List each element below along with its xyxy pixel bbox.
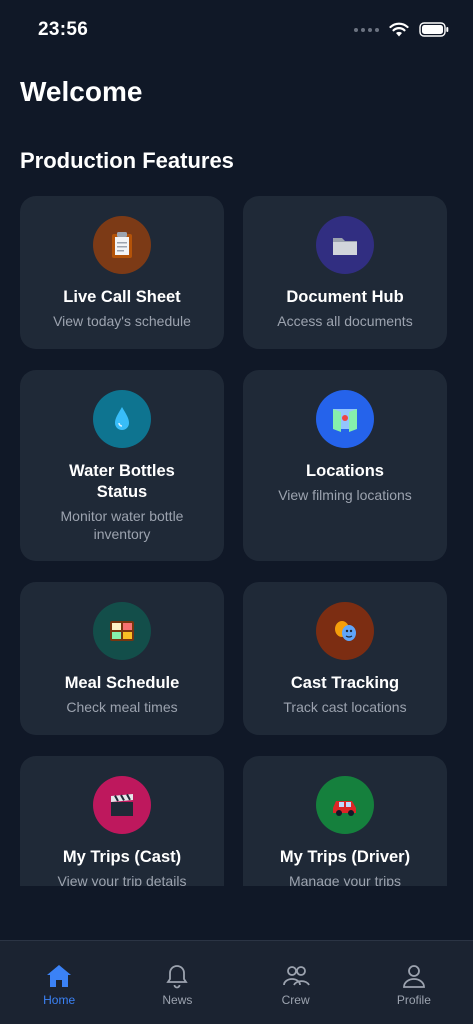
people-icon — [282, 966, 310, 986]
feature-title: Water Bottles Status — [69, 462, 175, 501]
bell-icon — [166, 965, 189, 989]
theater-masks-icon — [316, 602, 374, 660]
tab-label: Home — [43, 993, 76, 1007]
feature-title: My Trips (Cast) — [62, 848, 182, 866]
tab-label: Crew — [281, 993, 310, 1007]
feature-desc: Access all documents — [277, 313, 413, 329]
tab-label: Profile — [396, 993, 431, 1007]
signal-icon — [354, 27, 379, 32]
feature-title: Locations — [306, 462, 384, 480]
tab-crew[interactable]: Crew — [237, 941, 355, 1024]
feature-card-water-bottles[interactable]: Water Bottles Status Monitor water bottl… — [20, 370, 224, 561]
tab-home[interactable]: Home — [0, 941, 118, 1024]
tab-bar: Home News Crew Profile — [0, 940, 473, 1024]
feature-card-document-hub[interactable]: Document Hub Access all documents — [243, 196, 447, 349]
feature-title: Document Hub — [286, 288, 404, 306]
feature-desc: Check meal times — [66, 699, 178, 715]
section-title: Production Features — [20, 148, 234, 173]
feature-desc: View today's schedule — [53, 313, 191, 329]
feature-title: Live Call Sheet — [63, 288, 181, 306]
feature-desc: Monitor water bottle inventory — [60, 508, 184, 542]
feature-card-meal-schedule[interactable]: Meal Schedule Check meal times — [20, 582, 224, 735]
feature-desc: Manage your trips — [288, 873, 402, 886]
droplet-icon — [93, 390, 151, 448]
features-grid[interactable]: Live Call Sheet View today's schedule Do… — [0, 196, 473, 886]
feature-title: My Trips (Driver) — [279, 848, 411, 866]
feature-desc: View filming locations — [278, 487, 412, 503]
home-icon — [47, 965, 72, 987]
map-icon — [316, 390, 374, 448]
status-time: 23:56 — [38, 19, 89, 40]
status-bar: 23:56 — [0, 0, 473, 60]
person-icon — [402, 965, 425, 988]
status-icons — [354, 22, 449, 37]
feature-card-my-trips-driver[interactable]: My Trips (Driver) Manage your trips — [243, 756, 447, 886]
feature-title: Meal Schedule — [64, 674, 180, 692]
clipboard-icon — [93, 216, 151, 274]
clapperboard-icon — [93, 776, 151, 834]
feature-card-my-trips-cast[interactable]: My Trips (Cast) View your trip details — [20, 756, 224, 886]
welcome-title: Welcome — [20, 76, 143, 107]
battery-icon — [419, 22, 449, 37]
feature-card-locations[interactable]: Locations View filming locations — [243, 370, 447, 561]
tab-profile[interactable]: Profile — [355, 941, 473, 1024]
tab-label: News — [162, 993, 193, 1007]
feature-card-live-call-sheet[interactable]: Live Call Sheet View today's schedule — [20, 196, 224, 349]
bento-icon — [93, 602, 151, 660]
feature-card-cast-tracking[interactable]: Cast Tracking Track cast locations — [243, 582, 447, 735]
feature-title: Cast Tracking — [290, 674, 400, 692]
feature-desc: View your trip details — [57, 873, 187, 886]
feature-desc: Track cast locations — [283, 699, 407, 715]
folder-icon — [316, 216, 374, 274]
wifi-icon — [389, 22, 409, 37]
car-icon — [316, 776, 374, 834]
tab-news[interactable]: News — [118, 941, 236, 1024]
